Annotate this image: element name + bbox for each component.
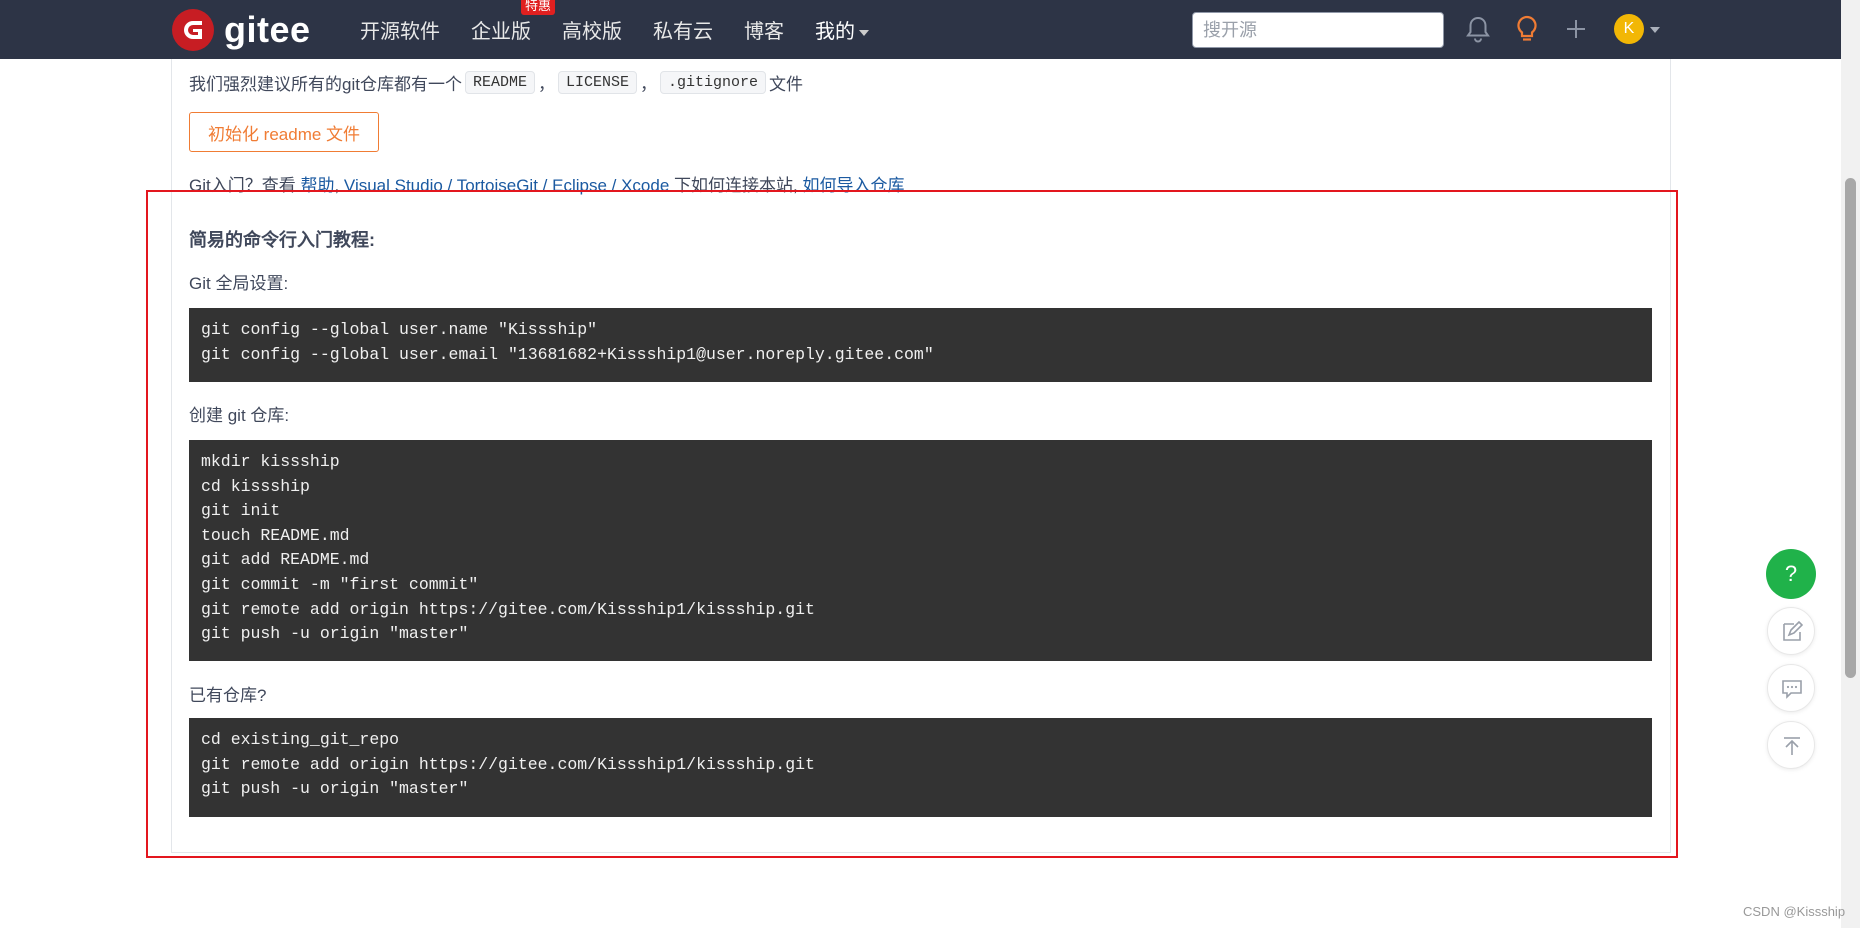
- nav-private-cloud[interactable]: 私有云: [653, 15, 713, 44]
- back-to-top-icon[interactable]: [1767, 721, 1815, 769]
- code-line: cd existing_git_repo: [201, 730, 400, 749]
- file-chip-gitignore: .gitignore: [660, 71, 767, 94]
- file-chip-readme: README: [464, 71, 535, 94]
- promo-badge: 特惠: [521, 0, 556, 15]
- init-readme-button[interactable]: 初始化 readme 文件: [189, 112, 379, 152]
- gitee-logo-icon: [172, 9, 214, 51]
- code-line: git add README.md: [201, 550, 370, 570]
- code-line: git push -u origin "master": [201, 624, 469, 644]
- readme-prefix: 我们强烈建议所有的git仓库都有一个: [189, 75, 462, 94]
- code-line: git remote add origin https://gitee.com/…: [201, 599, 815, 619]
- nav-education[interactable]: 高校版: [562, 15, 622, 44]
- scrollbar-thumb[interactable]: [1845, 178, 1856, 678]
- comment-icon[interactable]: [1767, 664, 1815, 712]
- readme-suffix: 文件: [769, 75, 804, 94]
- separator: ，: [537, 75, 555, 94]
- readme-recommendation: 我们强烈建议所有的git仓库都有一个 README ， LICENSE ， .g…: [189, 70, 803, 95]
- avatar[interactable]: K: [1614, 14, 1644, 44]
- avatar-chevron-down-icon[interactable]: [1650, 27, 1660, 33]
- nav-enterprise-label: 企业版: [471, 21, 531, 43]
- top-navigation-bar: gitee 开源软件 企业版 特惠 高校版 私有云 博客 我的 K: [0, 0, 1841, 59]
- code-block-create-repo[interactable]: mkdir kissship cd kissship git init touc…: [189, 440, 1652, 661]
- code-block-global-config[interactable]: git config --global user.name "Kissship"…: [189, 308, 1652, 382]
- code-line: git commit -m "first commit": [201, 574, 479, 594]
- code-line: git push -u origin "master": [201, 779, 469, 799]
- code-line: git init: [201, 501, 281, 521]
- help-button[interactable]: ?: [1766, 549, 1816, 599]
- search-input[interactable]: [1192, 12, 1444, 48]
- separator: ，: [640, 75, 657, 94]
- chevron-down-icon: [859, 29, 869, 36]
- plus-icon[interactable]: [1562, 14, 1590, 44]
- gitee-logo[interactable]: gitee: [172, 9, 311, 51]
- code-line: cd kissship: [201, 476, 310, 496]
- nav-blog[interactable]: 博客: [744, 15, 784, 44]
- edit-icon[interactable]: [1767, 607, 1815, 655]
- bulb-icon[interactable]: [1513, 14, 1541, 44]
- tutorial-title: 简易的命令行入门教程:: [189, 230, 375, 250]
- code-line: mkdir kissship: [201, 452, 340, 471]
- code-line: git remote add origin https://gitee.com/…: [201, 754, 815, 774]
- nav-mine-label: 我的: [815, 21, 855, 43]
- brand-name: gitee: [224, 9, 311, 50]
- code-line: git config --global user.name "Kissship": [201, 320, 598, 339]
- file-chip-license: LICENSE: [557, 71, 637, 94]
- code-line: git config --global user.email "13681682…: [201, 344, 934, 364]
- main-nav: 开源软件 企业版 特惠 高校版 私有云 博客 我的: [360, 0, 900, 59]
- nav-open-source[interactable]: 开源软件: [360, 15, 440, 44]
- nav-enterprise[interactable]: 企业版 特惠: [471, 0, 556, 44]
- bell-icon[interactable]: [1464, 14, 1492, 44]
- nav-mine[interactable]: 我的: [815, 15, 869, 44]
- section-label-global-config: Git 全局设置:: [189, 274, 289, 293]
- code-line: touch README.md: [201, 525, 350, 545]
- section-label-existing-repo: 已有仓库?: [189, 686, 267, 705]
- code-block-existing-repo[interactable]: cd existing_git_repo git remote add orig…: [189, 718, 1652, 817]
- watermark-text: CSDN @Kissship: [1743, 904, 1846, 919]
- section-label-create-repo: 创建 git 仓库:: [189, 406, 290, 425]
